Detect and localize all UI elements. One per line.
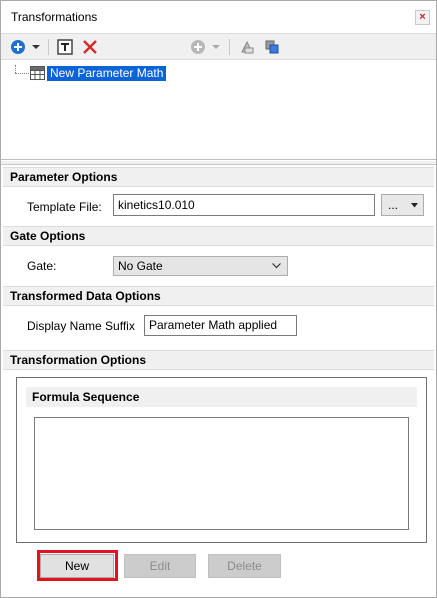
new-button[interactable]: New: [40, 554, 114, 578]
tree-node-selected[interactable]: New Parameter Math: [47, 66, 167, 81]
section-header-transformed-data-options: Transformed Data Options: [3, 286, 434, 306]
dropdown-arrow-icon[interactable]: [31, 37, 41, 57]
browse-dropdown-button[interactable]: ...: [381, 194, 424, 216]
copy-layers-icon[interactable]: [263, 37, 281, 57]
section-header-transformation-options: Transformation Options: [3, 350, 434, 370]
formula-sequence-header: Formula Sequence: [26, 387, 417, 407]
section-header-parameter-options: Parameter Options: [3, 167, 434, 187]
close-icon[interactable]: ×: [415, 10, 430, 25]
dropdown-arrow-disabled-icon: [211, 37, 221, 57]
plus-circle-icon[interactable]: [9, 37, 27, 57]
browse-button-label: ...: [388, 198, 399, 212]
delete-button[interactable]: Delete: [208, 554, 281, 578]
pane-splitter[interactable]: [1, 161, 436, 165]
window-title: Transformations: [11, 10, 98, 24]
toolbar: [1, 33, 436, 60]
gate-select[interactable]: No Gate: [113, 256, 288, 276]
display-name-suffix-label: Display Name Suffix: [27, 319, 135, 333]
toolbar-separator: [229, 39, 230, 55]
formula-sequence-list[interactable]: [34, 417, 409, 530]
edit-button[interactable]: Edit: [124, 554, 196, 578]
chevron-down-icon: [272, 263, 281, 269]
tree-line: [15, 73, 29, 74]
template-file-label: Template File:: [27, 200, 102, 214]
section-header-gate-options: Gate Options: [3, 226, 434, 246]
delete-x-icon[interactable]: [81, 37, 99, 57]
gate-select-value: No Gate: [118, 259, 163, 273]
layers-icon[interactable]: [238, 37, 256, 57]
gate-label: Gate:: [27, 259, 57, 273]
grid-node-icon: [30, 66, 45, 83]
tree-line: [15, 65, 16, 73]
toolbar-separator: [48, 39, 49, 55]
display-name-suffix-input[interactable]: Parameter Math applied: [144, 315, 297, 336]
title-bar: Transformations ×: [1, 1, 436, 33]
transformations-window: Transformations × New Parameter Math Par…: [0, 0, 437, 598]
chevron-down-icon: [411, 203, 418, 208]
text-template-icon[interactable]: [56, 37, 74, 57]
plus-circle-disabled-icon: [189, 37, 207, 57]
template-file-input[interactable]: kinetics10.010: [113, 194, 375, 216]
